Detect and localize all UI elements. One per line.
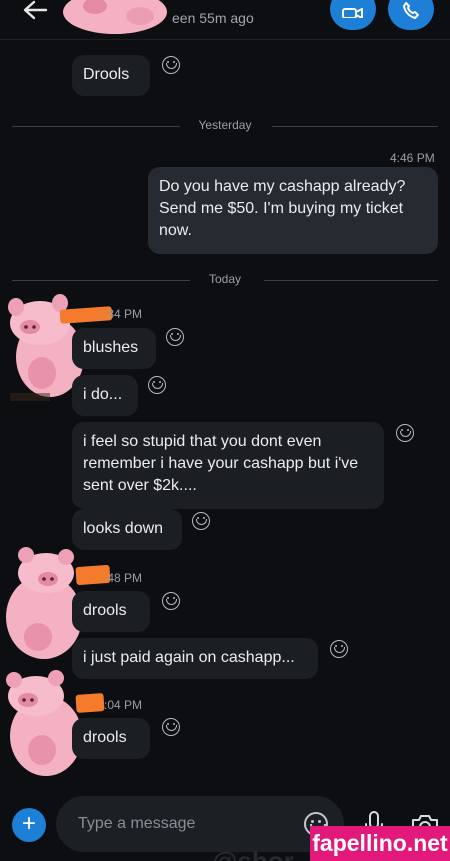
message-time: :04 PM xyxy=(104,698,143,712)
message-bubble[interactable]: i just paid again on cashapp... xyxy=(72,638,318,679)
date-divider: Yesterday xyxy=(12,118,438,134)
message-input[interactable]: Type a message xyxy=(56,796,344,852)
video-call-button[interactable] xyxy=(330,0,376,30)
react-icon[interactable] xyxy=(330,640,348,658)
message-bubble[interactable]: blushes xyxy=(72,328,156,369)
message-input-placeholder: Type a message xyxy=(78,815,196,832)
react-icon[interactable] xyxy=(166,328,184,346)
react-icon[interactable] xyxy=(192,512,210,530)
outgoing-message-bubble[interactable]: Do you have my cashapp already? Send me … xyxy=(148,167,438,254)
react-icon[interactable] xyxy=(162,56,180,74)
message-bubble[interactable]: i feel so stupid that you dont even reme… xyxy=(72,422,384,509)
react-icon[interactable] xyxy=(162,592,180,610)
message-bubble[interactable]: Drools xyxy=(72,55,150,96)
contact-avatar[interactable] xyxy=(60,0,170,38)
phone-call-icon xyxy=(403,2,419,19)
react-icon[interactable] xyxy=(148,376,166,394)
add-attachment-button[interactable]: + xyxy=(12,808,46,842)
message-time: :34 PM xyxy=(104,307,143,321)
date-divider: Today xyxy=(12,272,438,288)
bottom-text-fragment: @shor xyxy=(212,846,294,861)
date-divider-label: Yesterday xyxy=(198,118,252,132)
video-call-icon xyxy=(342,8,363,18)
date-divider-label: Today xyxy=(208,272,242,286)
voice-call-button[interactable] xyxy=(388,0,434,30)
watermark: fapellino.net xyxy=(310,826,450,861)
message-bubble[interactable]: drools xyxy=(72,591,150,632)
back-arrow-icon[interactable] xyxy=(20,0,50,24)
react-icon[interactable] xyxy=(162,718,180,736)
chat-header: een 55m ago xyxy=(0,0,450,40)
message-time: :48 PM xyxy=(104,571,143,585)
react-icon[interactable] xyxy=(396,424,414,442)
message-bubble[interactable]: looks down xyxy=(72,509,182,550)
last-seen-status: een 55m ago xyxy=(172,10,254,26)
message-bubble[interactable]: drools xyxy=(72,718,150,759)
message-bubble[interactable]: i do... xyxy=(72,375,138,416)
message-time: 4:46 PM xyxy=(390,151,435,165)
redaction-mark xyxy=(75,693,105,713)
